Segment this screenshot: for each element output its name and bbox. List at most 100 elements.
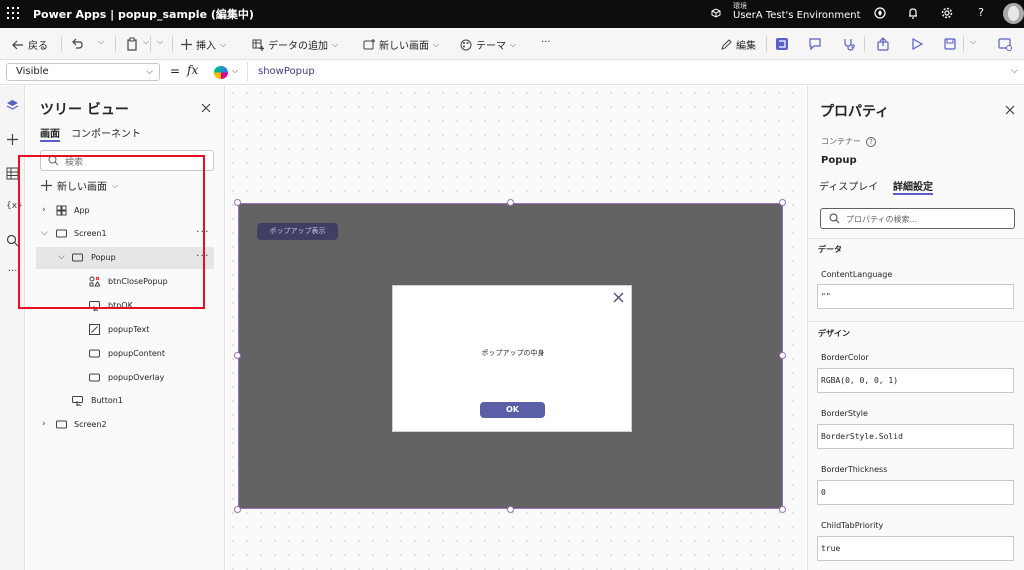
property-value: Visible [16, 66, 49, 77]
property-input[interactable]: 0 [817, 480, 1014, 505]
formula-input[interactable]: showPopup [247, 62, 1005, 82]
tree-view-icon[interactable] [775, 37, 789, 51]
save-icon[interactable] [943, 37, 957, 51]
design-canvas[interactable]: ポップアップ表示 ポップアップの中身 OK [226, 86, 806, 570]
formula-bar: Visible ⌵ = fx ⌵ showPopup ⌵ [0, 60, 1024, 85]
tab-components[interactable]: コンポーネント [71, 125, 141, 140]
copilot-formula-icon[interactable] [214, 66, 228, 79]
edit-label: 編集 [736, 41, 756, 52]
add-data-label: データの追加 [268, 41, 328, 52]
chevron-down-icon: ⌵ [157, 37, 164, 46]
divider [115, 36, 116, 52]
insert-plus-icon[interactable] [6, 133, 19, 146]
section-data: データ [818, 245, 842, 254]
tree-node-label: Screen2 [74, 420, 107, 429]
back-arrow-icon [12, 40, 23, 49]
control-type-label: コンテナー [821, 137, 861, 146]
add-data-button[interactable]: データの追加 ⌵ [252, 37, 338, 52]
rectangle-icon [89, 373, 100, 382]
tab-display[interactable]: ディスプレイ [819, 178, 878, 193]
divider [808, 321, 1024, 322]
more-dropdown[interactable]: ⌵ [157, 37, 163, 47]
property-dropdown[interactable]: Visible ⌵ [6, 63, 160, 81]
layers-icon[interactable] [6, 99, 19, 112]
chevron-down-icon: ⌵ [143, 37, 150, 46]
resize-handle[interactable] [507, 199, 514, 206]
share-icon[interactable] [876, 37, 890, 51]
tab-screens[interactable]: 画面 [40, 125, 60, 142]
chevron-right-icon[interactable]: › [42, 419, 46, 429]
insert-button[interactable]: 挿入 ⌵ [181, 37, 226, 52]
new-screen-label: 新しい画面 [379, 41, 429, 52]
screen-preview[interactable]: ポップアップ表示 ポップアップの中身 OK [238, 203, 783, 509]
tree-node-popuptext[interactable]: popupText [26, 319, 224, 341]
save-dropdown[interactable]: ⌵ [970, 37, 976, 47]
property-input[interactable]: "" [817, 284, 1014, 309]
popup-dialog[interactable]: ポップアップの中身 OK [392, 285, 632, 432]
more-commands-button[interactable]: ··· [541, 37, 551, 48]
theme-label: テーマ [476, 41, 506, 52]
environment-icon[interactable] [710, 7, 722, 19]
resize-handle[interactable] [779, 506, 786, 513]
close-icon[interactable] [1005, 105, 1015, 115]
fx-icon[interactable]: fx [187, 63, 198, 77]
chevron-down-icon: ⌵ [146, 67, 153, 77]
show-popup-button[interactable]: ポップアップ表示 [257, 223, 338, 240]
resize-handle[interactable] [779, 199, 786, 206]
close-icon[interactable] [201, 103, 211, 113]
publish-icon[interactable] [998, 37, 1012, 51]
insert-label: 挿入 [196, 41, 216, 52]
tree-node-popupoverlay[interactable]: popupOverlay [26, 367, 224, 389]
resize-handle[interactable] [779, 352, 786, 359]
tree-node-label: Button1 [91, 396, 123, 405]
app-checker-icon[interactable] [842, 37, 856, 51]
pencil-icon [721, 38, 732, 50]
undo-dropdown[interactable]: ⌵ [98, 37, 104, 47]
app-title: Power Apps | popup_sample (編集中) [33, 8, 254, 21]
avatar[interactable] [1003, 3, 1024, 24]
property-label: ChildTabPriority [821, 521, 884, 530]
environment-name[interactable]: UserA Test's Environment [733, 10, 861, 21]
paste-dropdown[interactable]: ⌵ [143, 37, 149, 47]
properties-title: プロパティ [820, 104, 890, 120]
comment-icon[interactable] [808, 37, 822, 51]
tab-advanced[interactable]: 詳細設定 [893, 178, 933, 195]
property-input[interactable]: RGBA(0, 0, 0, 1) [817, 368, 1014, 393]
close-icon[interactable] [613, 292, 624, 303]
ok-button[interactable]: OK [480, 402, 545, 418]
waffle-icon[interactable] [7, 7, 19, 19]
property-input[interactable]: true [817, 536, 1014, 561]
tree-node-screen2[interactable]: › Screen2 [26, 414, 224, 436]
resize-handle[interactable] [234, 352, 241, 359]
tree-node-button1[interactable]: Button1 [26, 390, 224, 412]
help-icon[interactable]: ? [866, 136, 876, 147]
text-label-icon [89, 324, 100, 335]
control-type: コンテナー ? [821, 136, 876, 147]
tree-node-popupcontent[interactable]: popupContent [26, 343, 224, 365]
theme-button[interactable]: テーマ ⌵ [460, 37, 516, 52]
notifications-icon[interactable] [906, 6, 920, 20]
property-label: BorderThickness [821, 465, 888, 474]
undo-icon[interactable] [70, 37, 84, 51]
chevron-down-icon[interactable]: ⌵ [1011, 66, 1018, 76]
resize-handle[interactable] [234, 506, 241, 513]
play-icon[interactable] [910, 37, 924, 51]
section-design: デザイン [818, 329, 850, 338]
settings-icon[interactable] [940, 6, 954, 20]
property-input[interactable]: BorderStyle.Solid [817, 424, 1014, 449]
divider [61, 36, 62, 52]
button-icon [72, 396, 83, 406]
copilot-icon[interactable] [873, 6, 887, 20]
resize-handle[interactable] [234, 199, 241, 206]
chevron-down-icon[interactable]: ⌵ [232, 66, 238, 76]
edit-button[interactable]: 編集 [720, 37, 756, 52]
screen-icon [56, 420, 67, 429]
help-icon[interactable]: ? [974, 6, 988, 20]
property-search-input[interactable]: プロパティの検索... [820, 208, 1015, 229]
new-screen-button[interactable]: 新しい画面 ⌵ [363, 37, 439, 52]
divider [766, 36, 767, 52]
chevron-down-icon: ⌵ [98, 37, 105, 46]
back-button[interactable]: 戻る [12, 37, 48, 52]
resize-handle[interactable] [507, 506, 514, 513]
paste-icon[interactable] [125, 37, 139, 51]
